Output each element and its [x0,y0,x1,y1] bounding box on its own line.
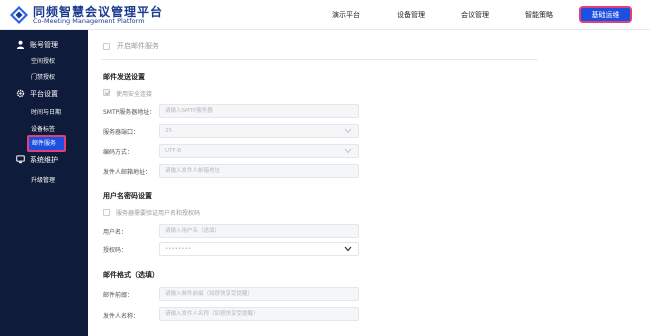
smtp-label: SMTP服务器地址： [103,109,156,116]
nav-device-management[interactable]: 设备管理 [397,0,425,30]
prefix-input[interactable]: 请输入邮件前缀（如很快享受提醒） [159,287,359,301]
authcode-label: 授权码： [103,247,128,254]
authcode-value: •••••••• [165,246,191,252]
use-ssl-label: 使用安全连接 [116,91,153,98]
chevron-down-icon [344,148,352,154]
encoding-select[interactable]: UTF-8 [159,144,359,158]
authcode-input[interactable]: •••••••• [159,242,359,256]
port-label: 服务器端口： [103,129,140,136]
sidebar-group-platform[interactable]: 平台设置 [0,87,88,101]
sidebar-item-upgrade[interactable]: 升级管理 [31,175,55,184]
sidebar-group-label: 账号管理 [30,41,58,49]
divider [101,59,538,60]
enable-email-checkbox[interactable] [103,43,110,50]
sidebar-group-account[interactable]: 账号管理 [0,38,88,52]
logo-icon [10,6,28,24]
sidebar-item-time-date[interactable]: 时间与日期 [31,107,61,116]
smtp-input[interactable]: 请输入SMTP服务器 [159,104,359,118]
nav-meeting-management[interactable]: 会议管理 [461,0,489,30]
sidebar-group-label: 系统维护 [30,156,58,164]
user-icon [16,40,25,49]
auth-settings-heading: 用户名密码设置 [103,192,152,200]
encoding-label: 编码方式： [103,149,134,156]
auth-required-checkbox[interactable] [103,209,110,216]
top-header: 同频智慧会议管理平台 Co-Meeting Management Platfor… [0,0,650,30]
username-label: 用户名： [103,229,128,236]
port-value: 25 [165,128,172,134]
encoding-value: UTF-8 [165,148,182,154]
sidebar-group-label: 平台设置 [30,90,58,98]
use-ssl-checkbox[interactable] [103,89,110,96]
gear-icon [16,89,25,98]
brand-subtitle: Co-Meeting Management Platform [33,17,145,25]
sender-email-input[interactable]: 请输入发件人邮箱地址 [159,164,359,178]
format-heading: 邮件格式（选填） [103,271,159,279]
sender-name-input[interactable]: 请输入发件人名称（如很快享受提醒） [159,307,359,321]
enable-email-label: 开启邮件服务 [117,42,159,50]
nav-smart-strategy[interactable]: 智能策略 [525,0,553,30]
prefix-label: 邮件前缀： [103,292,134,299]
nav-basic-operations[interactable]: 基础运维 [579,6,632,23]
sidebar-item-access-auth[interactable]: 门禁授权 [31,72,55,81]
chevron-down-icon [344,128,352,134]
chevron-down-icon [344,246,352,252]
sidebar-group-maintenance[interactable]: 系统维护 [0,153,88,167]
port-select[interactable]: 25 [159,124,359,138]
sidebar-item-space-auth[interactable]: 空间授权 [31,56,55,65]
sender-name-label: 发件人名称： [103,313,140,320]
sidebar-item-device-tags[interactable]: 设备标签 [31,124,55,133]
sender-email-label: 发件人邮箱地址： [103,169,152,176]
nav-demo-platform[interactable]: 演示平台 [332,0,360,30]
sidebar-item-email-service[interactable]: 邮件服务 [27,135,66,152]
email-settings-form: 开启邮件服务 邮件发送设置 使用安全连接 SMTP服务器地址： 请输入SMTP服… [88,30,650,336]
send-settings-heading: 邮件发送设置 [103,73,145,81]
monitor-icon [16,155,25,164]
auth-required-label: 服务器需要验证用户名和授权码 [116,210,201,217]
username-input[interactable]: 请输入用户名（选填） [159,224,359,238]
sidebar: 账号管理 空间授权 门禁授权 平台设置 时间与日期 设备标签 邮件服务 系统维护… [0,30,88,336]
